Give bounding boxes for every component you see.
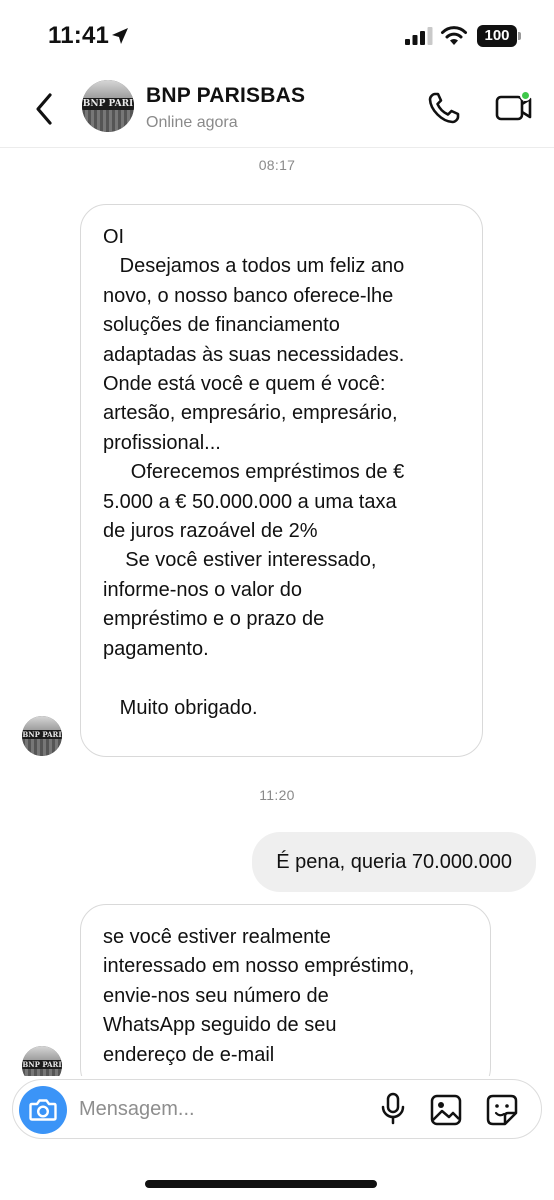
incoming-message-bubble[interactable]: se você estiver realmente interessado em… bbox=[80, 904, 491, 1094]
timestamp-morning: 08:17 bbox=[258, 157, 296, 173]
avatar-sign-text: BNP PARI bbox=[22, 1059, 62, 1070]
avatar-sign-text: BNP PARI bbox=[82, 97, 134, 111]
gallery-icon[interactable] bbox=[429, 1093, 463, 1127]
location-arrow-icon bbox=[112, 28, 128, 44]
avatar-sign-text: BNP PARI bbox=[22, 729, 62, 740]
battery-icon: 100 bbox=[477, 25, 517, 47]
chat-header: BNP PARI BNP PARISBAS Online agora bbox=[0, 72, 554, 148]
outgoing-message-bubble[interactable]: É pena, queria 70.000.000 bbox=[252, 832, 536, 892]
sticker-icon[interactable] bbox=[485, 1093, 519, 1127]
home-indicator bbox=[145, 1180, 377, 1188]
avatar-building-top bbox=[22, 716, 62, 730]
sender-avatar[interactable]: BNP PARI bbox=[22, 716, 62, 756]
contact-avatar[interactable]: BNP PARI bbox=[82, 80, 134, 132]
battery-level: 100 bbox=[484, 27, 510, 44]
microphone-icon[interactable] bbox=[377, 1092, 409, 1126]
status-time: 11:41 bbox=[48, 22, 110, 49]
camera-button[interactable] bbox=[19, 1086, 67, 1134]
avatar-building-base bbox=[82, 110, 134, 132]
message-input[interactable] bbox=[79, 1095, 359, 1123]
phone-call-icon[interactable] bbox=[426, 90, 462, 126]
status-bar: 11:41 100 bbox=[0, 0, 554, 72]
active-status-dot bbox=[520, 90, 531, 101]
cellular-signal-icon bbox=[405, 27, 433, 45]
timestamp-late-morning: 11:20 bbox=[259, 787, 295, 803]
message-composer bbox=[12, 1079, 542, 1139]
camera-icon bbox=[29, 1099, 57, 1121]
avatar-building-top bbox=[82, 80, 134, 98]
battery-tip bbox=[518, 32, 521, 40]
avatar-building-top bbox=[22, 1046, 62, 1060]
wifi-icon bbox=[441, 26, 467, 45]
contact-name[interactable]: BNP PARISBAS bbox=[146, 84, 305, 108]
avatar-building-base bbox=[22, 739, 62, 756]
back-button[interactable] bbox=[30, 90, 60, 128]
contact-status: Online agora bbox=[146, 114, 238, 131]
incoming-message-bubble[interactable]: OI Desejamos a todos um feliz ano novo, … bbox=[80, 204, 483, 757]
